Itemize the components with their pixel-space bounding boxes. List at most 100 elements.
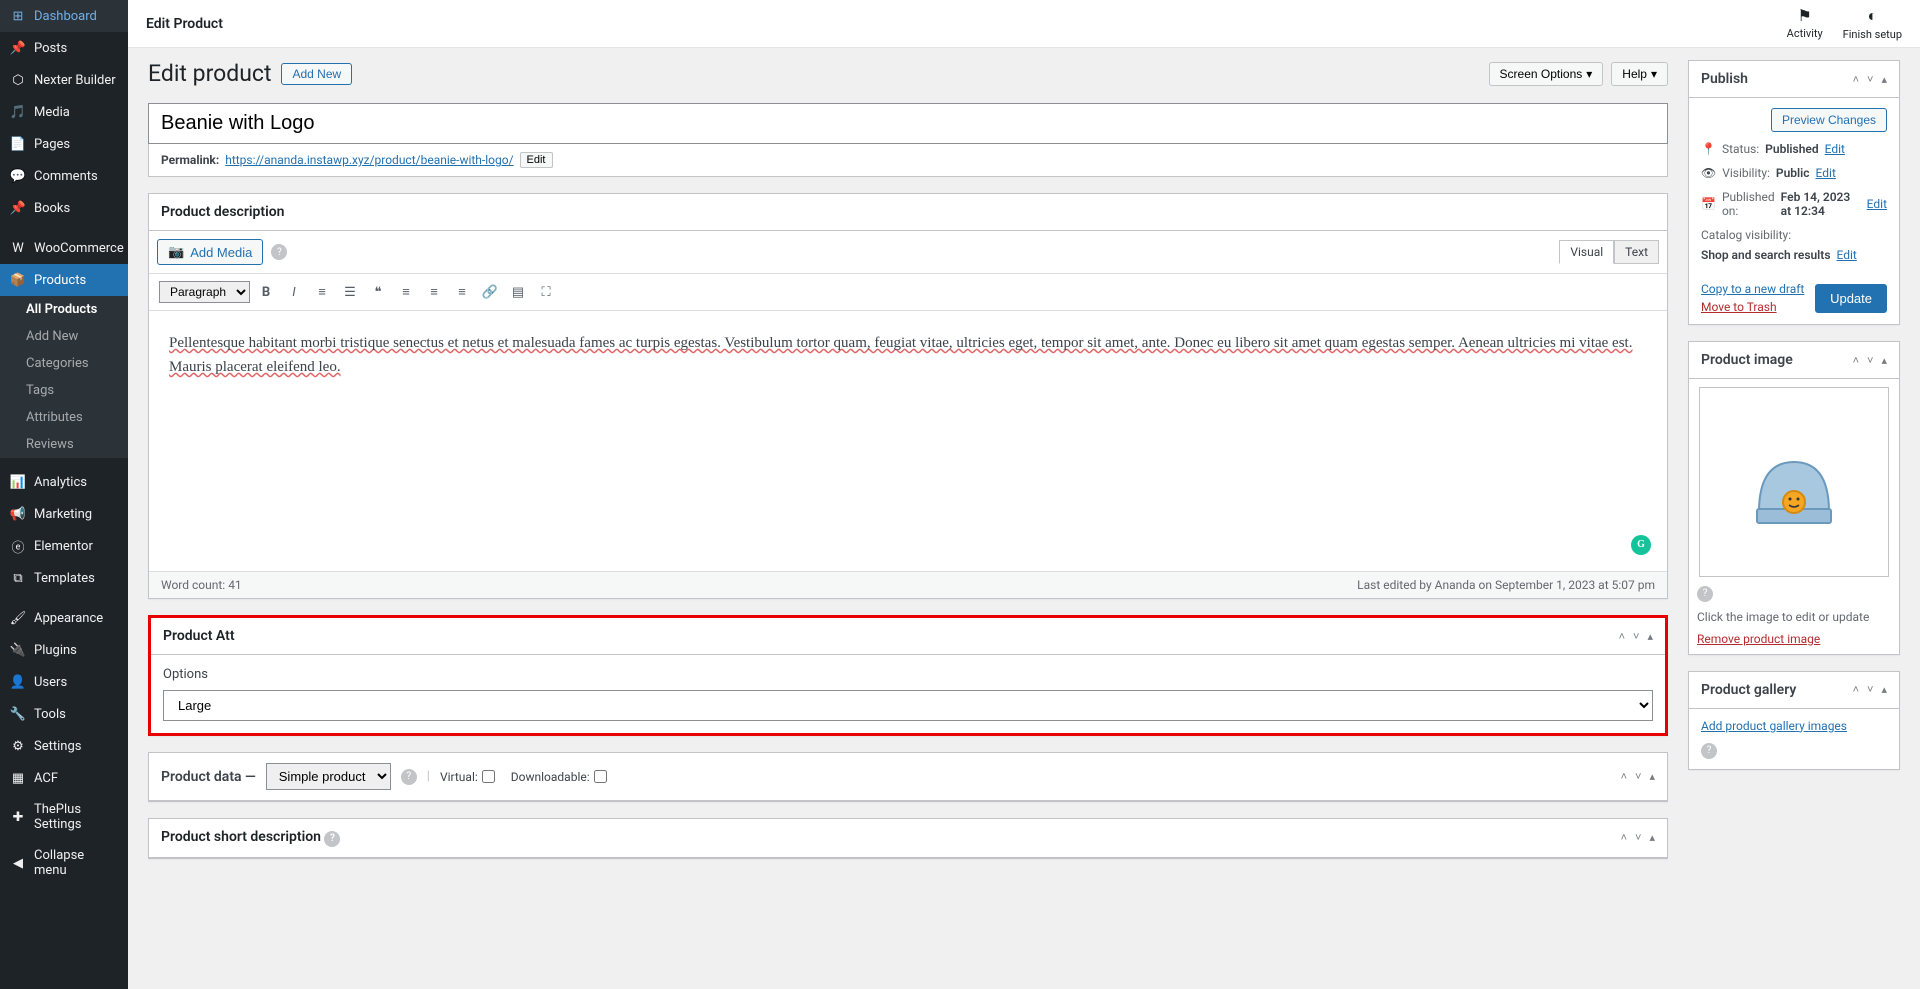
sidebar-item-plugins[interactable]: 🔌Plugins [0, 634, 128, 666]
paragraph-select[interactable]: Paragraph [159, 281, 250, 303]
help-icon[interactable]: ? [324, 831, 340, 847]
collapse-menu[interactable]: ◀ Collapse menu [0, 840, 128, 886]
move-trash-link[interactable]: Move to Trash [1701, 300, 1804, 314]
align-left-button[interactable]: ≡ [394, 280, 418, 304]
panel-controls: ˄ ˅ ▴ [1621, 831, 1655, 844]
sidebar-item-tools[interactable]: 🔧Tools [0, 698, 128, 730]
toggle-icon[interactable]: ▴ [1649, 831, 1655, 844]
sidebar-item-acf[interactable]: ▦ACF [0, 762, 128, 794]
activity-button[interactable]: ⚑ Activity [1787, 6, 1823, 41]
move-down-icon[interactable]: ˅ [1867, 354, 1873, 367]
sidebar-item-posts[interactable]: 📌Posts [0, 32, 128, 64]
finish-setup-button[interactable]: ◐ Finish setup [1843, 6, 1902, 41]
move-up-icon[interactable]: ˄ [1621, 831, 1627, 844]
sidebar-item-woocommerce[interactable]: WWooCommerce [0, 232, 128, 264]
sidebar-sub-attributes[interactable]: Attributes [0, 404, 128, 431]
remove-image-link[interactable]: Remove product image [1697, 632, 1820, 646]
help-icon[interactable]: ? [1697, 586, 1713, 602]
align-center-button[interactable]: ≡ [422, 280, 446, 304]
help-icon[interactable]: ? [401, 769, 417, 785]
editor-textarea[interactable]: Pellentesque habitant morbi tristique se… [149, 311, 1667, 571]
tab-text[interactable]: Text [1614, 240, 1659, 264]
sidebar-sub-reviews[interactable]: Reviews [0, 431, 128, 458]
sidebar-item-comments[interactable]: 💬Comments [0, 160, 128, 192]
sidebar-sub-tags[interactable]: Tags [0, 377, 128, 404]
catalog-edit-link[interactable]: Edit [1837, 248, 1857, 262]
sidebar-sub-all-products[interactable]: All Products [0, 296, 128, 323]
bullet-list-button[interactable]: ≡ [310, 280, 334, 304]
downloadable-input[interactable] [594, 770, 607, 783]
sidebar-item-marketing[interactable]: 📢Marketing [0, 498, 128, 530]
permalink-link[interactable]: https://ananda.instawp.xyz/product/beani… [225, 153, 513, 167]
sidebar-item-theplus-settings[interactable]: ✚ThePlus Settings [0, 794, 128, 840]
sidebar-item-elementor[interactable]: ⓔElementor [0, 530, 128, 562]
status-edit-link[interactable]: Edit [1825, 142, 1845, 156]
sidebar-sub-add-new[interactable]: Add New [0, 323, 128, 350]
screen-options-button[interactable]: Screen Options ▾ [1489, 62, 1604, 86]
tab-visual[interactable]: Visual [1559, 240, 1614, 264]
sidebar-item-appearance[interactable]: 🖌Appearance [0, 602, 128, 634]
sidebar-item-settings[interactable]: ⚙Settings [0, 730, 128, 762]
sidebar-item-label: Nexter Builder [34, 73, 116, 88]
align-right-button[interactable]: ≡ [450, 280, 474, 304]
visibility-edit-link[interactable]: Edit [1816, 166, 1836, 180]
link-button[interactable]: 🔗 [478, 280, 502, 304]
sidebar-item-products[interactable]: 📦Products [0, 264, 128, 296]
add-gallery-link[interactable]: Add product gallery images [1701, 719, 1887, 733]
permalink-edit-button[interactable]: Edit [520, 152, 553, 168]
chevron-down-icon: ▾ [1651, 67, 1657, 81]
move-up-icon[interactable]: ˄ [1619, 630, 1625, 643]
move-up-icon[interactable]: ˄ [1621, 770, 1627, 783]
sidebar-item-analytics[interactable]: 📊Analytics [0, 466, 128, 498]
move-down-icon[interactable]: ˅ [1635, 770, 1641, 783]
virtual-checkbox[interactable]: Virtual: [440, 770, 495, 784]
move-up-icon[interactable]: ˄ [1853, 683, 1859, 696]
move-down-icon[interactable]: ˅ [1635, 831, 1641, 844]
downloadable-checkbox[interactable]: Downloadable: [511, 770, 607, 784]
product-att-header: Product Att [163, 628, 235, 644]
help-icon[interactable]: ? [1701, 743, 1717, 759]
help-icon[interactable]: ? [271, 244, 287, 260]
sidebar-item-label: ACF [34, 771, 58, 786]
move-up-icon[interactable]: ˄ [1853, 354, 1859, 367]
copy-draft-link[interactable]: Copy to a new draft [1701, 282, 1804, 296]
toggle-icon[interactable]: ▴ [1881, 73, 1887, 86]
update-button[interactable]: Update [1815, 284, 1887, 313]
sidebar-item-users[interactable]: 👤Users [0, 666, 128, 698]
grammarly-icon[interactable]: G [1631, 535, 1651, 555]
help-button[interactable]: Help ▾ [1611, 62, 1668, 86]
bold-button[interactable]: B [254, 280, 278, 304]
product-image-thumbnail[interactable] [1699, 387, 1889, 577]
pin-icon: 📌 [10, 200, 26, 216]
options-select[interactable]: Large [163, 690, 1653, 721]
sidebar-item-label: Products [34, 273, 86, 288]
move-down-icon[interactable]: ˅ [1867, 683, 1873, 696]
sidebar-item-dashboard[interactable]: ⊞Dashboard [0, 0, 128, 32]
users-icon: 👤 [10, 674, 26, 690]
sidebar-item-nexter-builder[interactable]: ⬡Nexter Builder [0, 64, 128, 96]
move-up-icon[interactable]: ˄ [1853, 73, 1859, 86]
toggle-icon[interactable]: ▴ [1649, 770, 1655, 783]
italic-button[interactable]: I [282, 280, 306, 304]
sidebar-sub-categories[interactable]: Categories [0, 350, 128, 377]
move-down-icon[interactable]: ˅ [1633, 630, 1639, 643]
product-type-select[interactable]: Simple product [266, 763, 391, 790]
add-media-button[interactable]: 📷 Add Media [157, 239, 263, 265]
preview-button[interactable]: Preview Changes [1771, 108, 1887, 132]
readmore-button[interactable]: ▤ [506, 280, 530, 304]
toggle-icon[interactable]: ▴ [1881, 354, 1887, 367]
sidebar-item-books[interactable]: 📌Books [0, 192, 128, 224]
published-edit-link[interactable]: Edit [1867, 197, 1887, 211]
toggle-icon[interactable]: ▴ [1647, 630, 1653, 643]
number-list-button[interactable]: ☰ [338, 280, 362, 304]
sidebar-item-media[interactable]: 🎵Media [0, 96, 128, 128]
add-new-button[interactable]: Add New [281, 63, 352, 85]
move-down-icon[interactable]: ˅ [1867, 73, 1873, 86]
quote-button[interactable]: ❝ [366, 280, 390, 304]
sidebar-item-templates[interactable]: ⧉Templates [0, 562, 128, 594]
toggle-icon[interactable]: ▴ [1881, 683, 1887, 696]
fullscreen-button[interactable]: ⛶ [534, 280, 558, 304]
sidebar-item-pages[interactable]: 📄Pages [0, 128, 128, 160]
product-title-input[interactable] [148, 103, 1668, 144]
virtual-input[interactable] [482, 770, 495, 783]
